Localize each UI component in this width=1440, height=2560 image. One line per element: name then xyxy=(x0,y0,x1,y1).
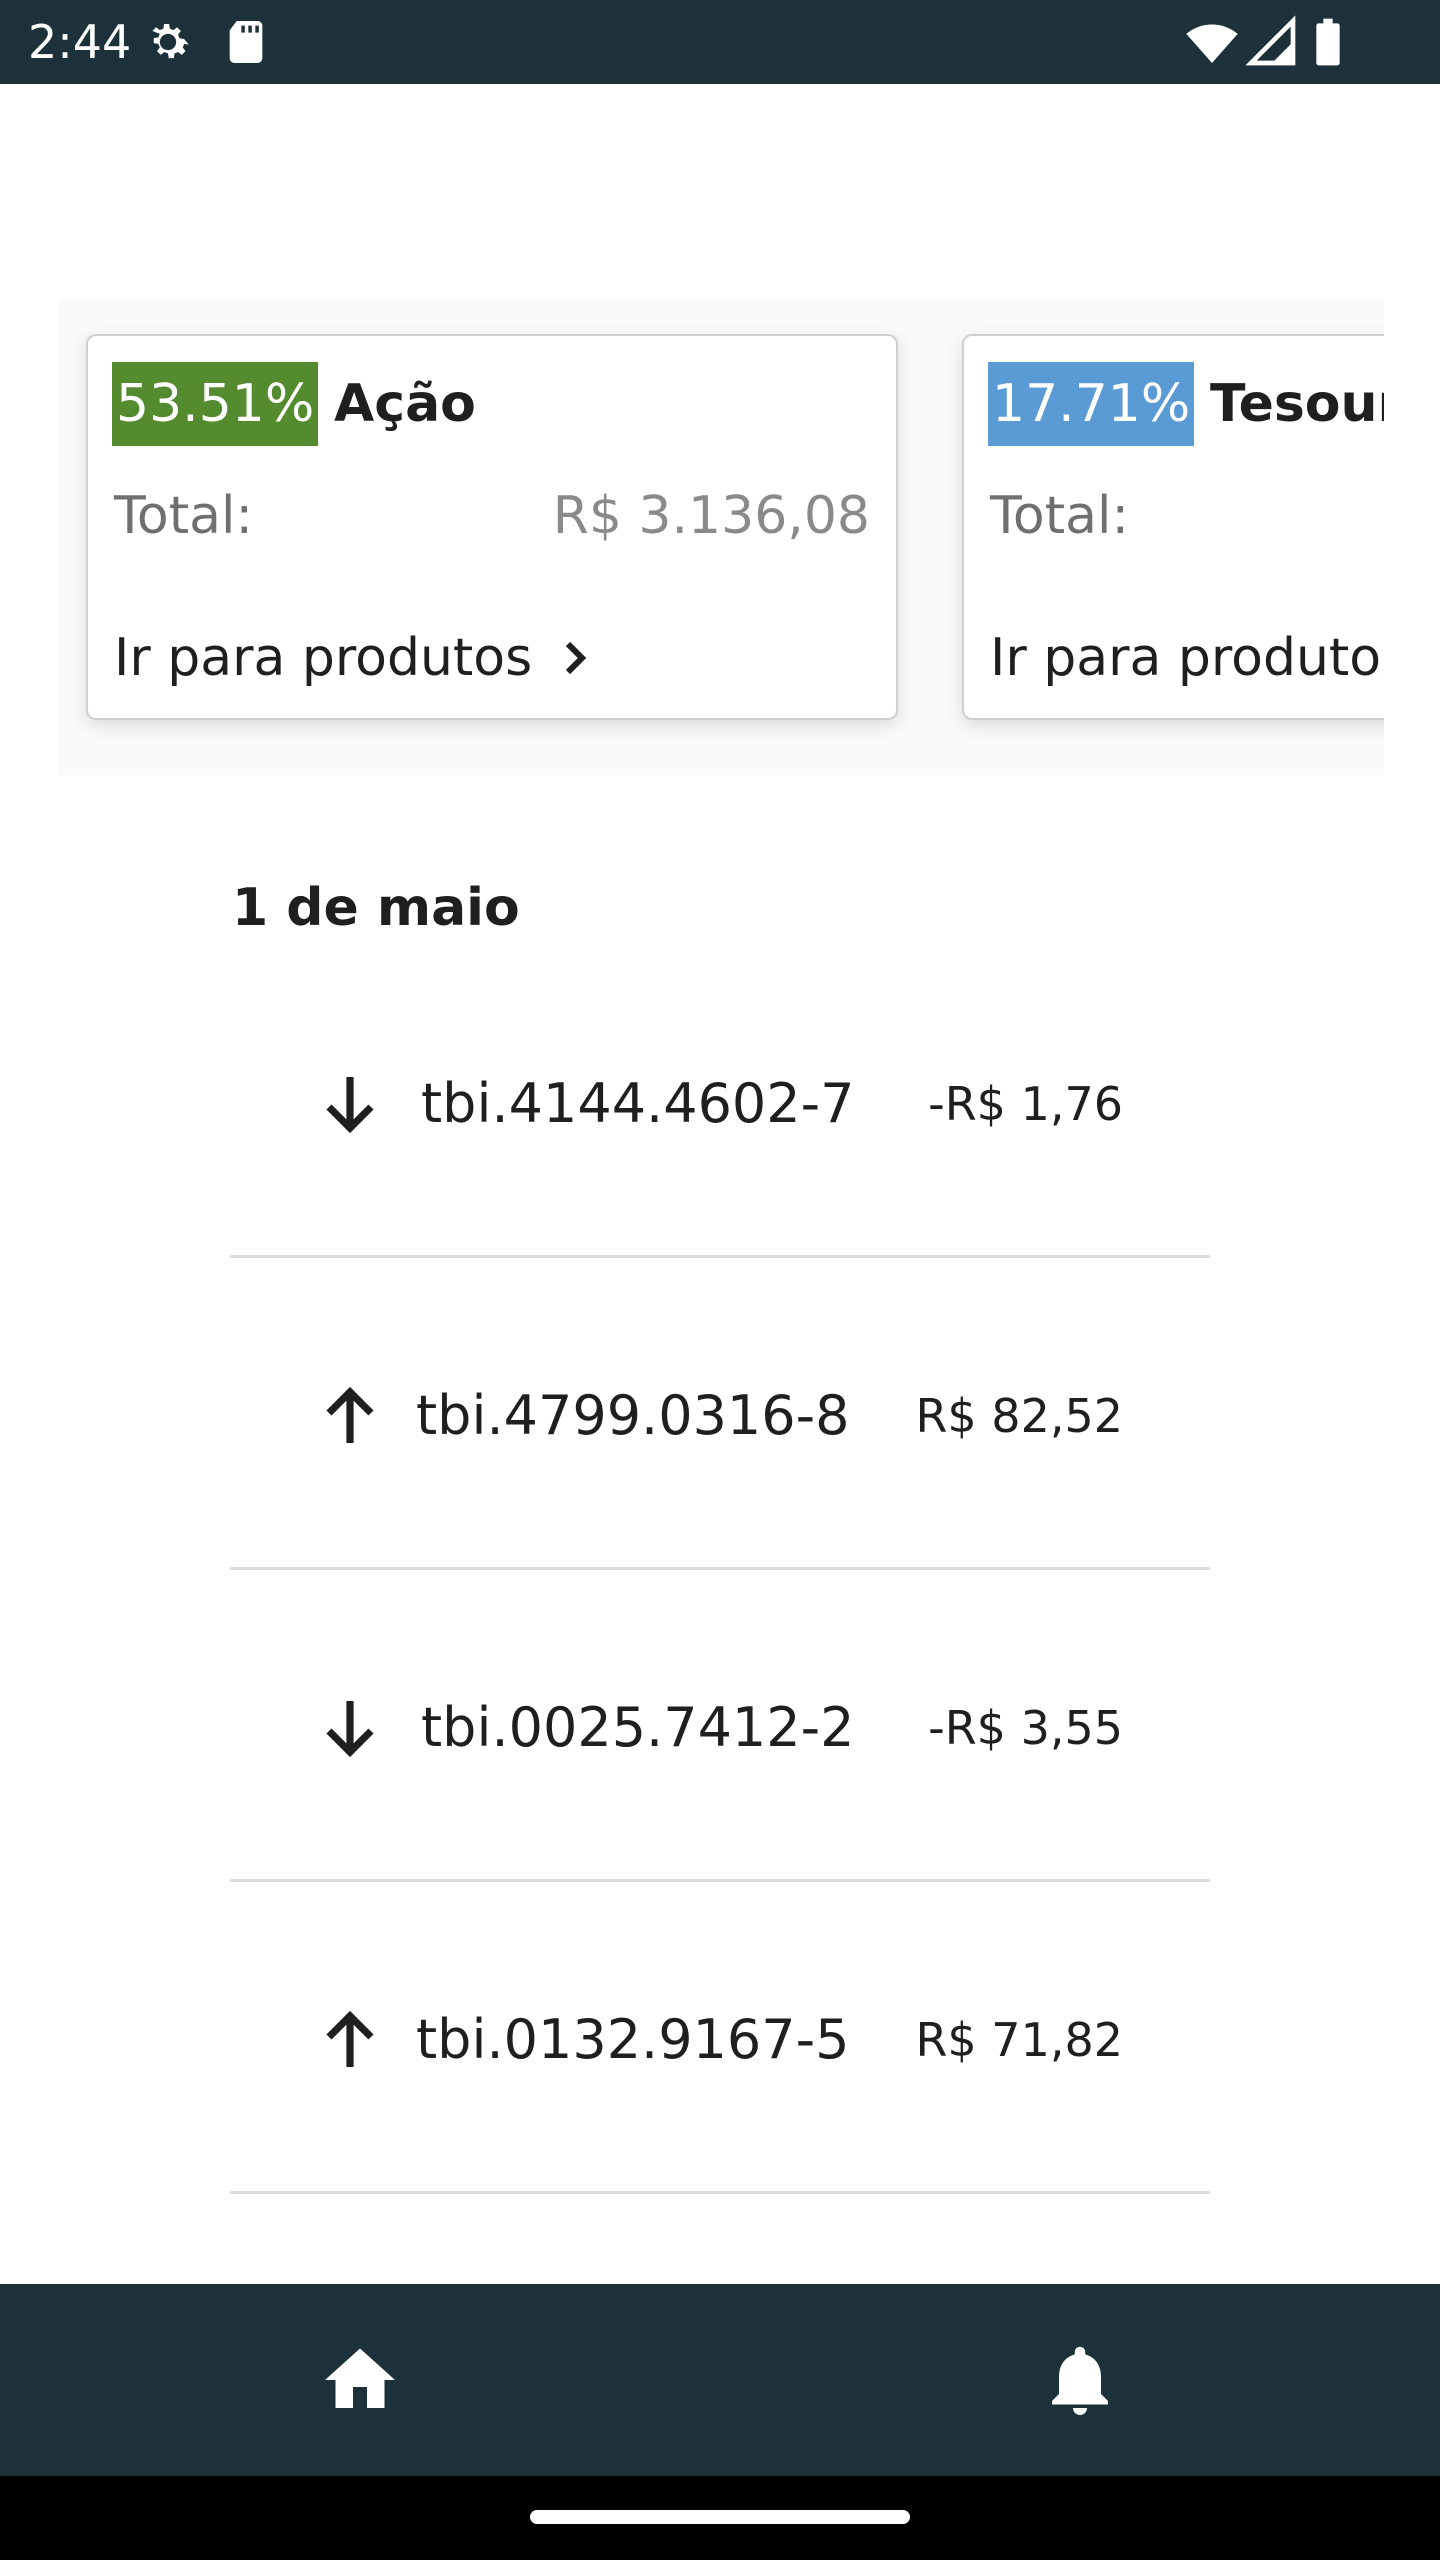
arrow-up-icon xyxy=(314,2004,386,2076)
transaction-id: tbi.0025.7412-2 xyxy=(421,1696,855,1759)
card-title: Tesour xyxy=(1210,374,1384,434)
settings-icon xyxy=(140,14,196,70)
percent-badge: 53.51% xyxy=(112,362,319,446)
bottom-nav xyxy=(0,2284,1440,2476)
chevron-right-icon xyxy=(566,641,587,675)
transaction-id: tbi.4144.4602-7 xyxy=(421,1072,855,1135)
signal-icon xyxy=(1244,14,1300,70)
nav-home-button[interactable] xyxy=(306,2326,414,2434)
transaction-id: tbi.4799.0316-8 xyxy=(416,1384,850,1447)
transaction-row[interactable]: tbi.4799.0316-8 R$ 82,52 xyxy=(230,1258,1210,1570)
status-bar: 2:44 xyxy=(0,0,1440,84)
transaction-row[interactable]: tbi.4144.4602-7 -R$ 1,76 xyxy=(230,946,1210,1258)
total-label: Total: xyxy=(114,486,253,546)
transaction-amount: -R$ 1,76 xyxy=(928,1077,1123,1131)
wifi-icon xyxy=(1184,14,1240,70)
bell-icon xyxy=(1052,2346,1108,2415)
transaction-amount: R$ 82,52 xyxy=(915,1389,1123,1443)
status-time: 2:44 xyxy=(28,15,132,69)
arrow-down-icon xyxy=(314,1692,386,1764)
transaction-row[interactable]: tbi.0025.7412-2 -R$ 3,55 xyxy=(230,1570,1210,1882)
arrow-down-icon xyxy=(314,1068,386,1140)
total-label: Total: xyxy=(990,486,1129,546)
home-icon xyxy=(325,2348,395,2408)
system-nav-bar xyxy=(0,2476,1440,2560)
date-header: 1 de maio xyxy=(232,878,520,938)
total-value: R$ 3.136,08 xyxy=(552,486,870,546)
products-link[interactable]: Ir para produtos xyxy=(990,620,1384,696)
transaction-amount: R$ 71,82 xyxy=(915,2013,1123,2067)
percent-badge: 17.71% xyxy=(988,362,1195,446)
sd-card-icon xyxy=(218,14,274,70)
summary-card-tesouro[interactable]: 17.71% Tesour Total: Ir para produtos xyxy=(962,334,1384,720)
transaction-id: tbi.0132.9167-5 xyxy=(416,2008,850,2071)
arrow-up-icon xyxy=(314,1380,386,1452)
products-link-label: Ir para produtos xyxy=(990,628,1384,688)
summary-card-acao[interactable]: 53.51% Ação Total: R$ 3.136,08 Ir para p… xyxy=(86,334,898,720)
card-title: Ação xyxy=(334,374,476,434)
transaction-list: tbi.4144.4602-7 -R$ 1,76 tbi.4799.0316-8… xyxy=(230,946,1210,2194)
transaction-amount: -R$ 3,55 xyxy=(928,1701,1123,1755)
products-link[interactable]: Ir para produtos xyxy=(114,620,598,696)
battery-icon xyxy=(1300,14,1356,70)
transaction-row[interactable]: tbi.0132.9167-5 R$ 71,82 xyxy=(230,1882,1210,2194)
home-gesture-handle[interactable] xyxy=(530,2510,910,2524)
nav-notifications-button[interactable] xyxy=(1026,2326,1134,2434)
products-link-label: Ir para produtos xyxy=(114,628,533,688)
summary-carousel[interactable]: 53.51% Ação Total: R$ 3.136,08 Ir para p… xyxy=(58,300,1384,775)
